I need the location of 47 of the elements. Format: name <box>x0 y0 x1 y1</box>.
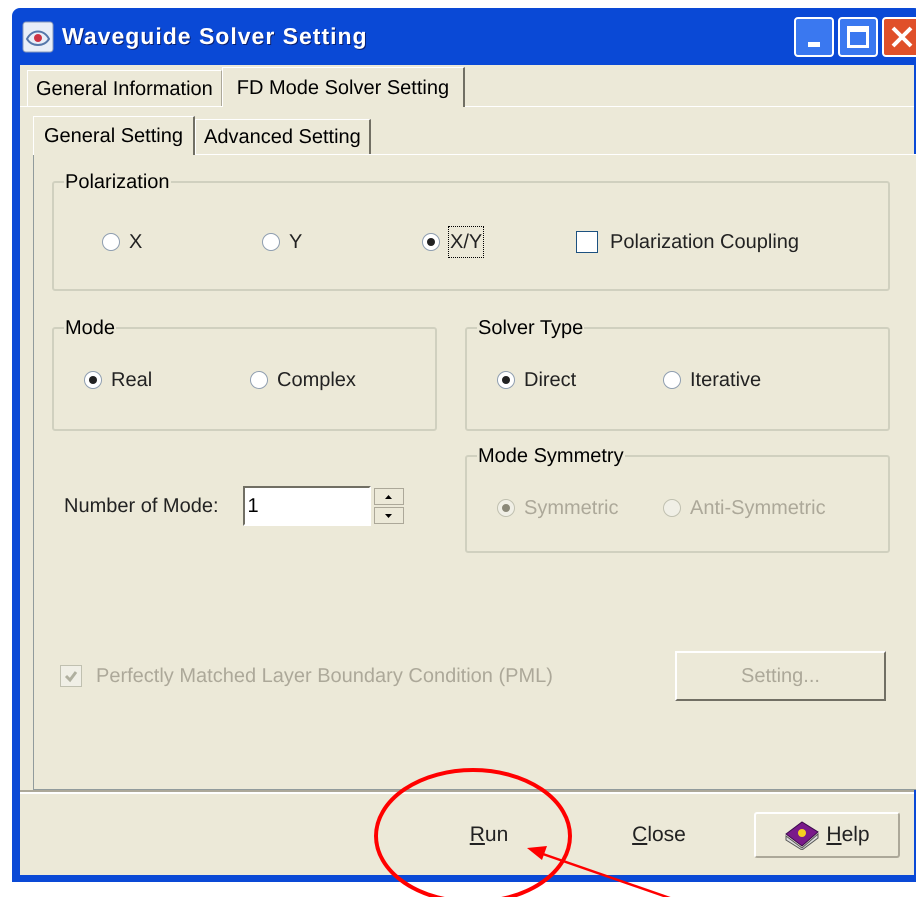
checkbox-label: Perfectly Matched Layer Boundary Condition (PML) <box>96 664 553 689</box>
group-title: Solver Type <box>477 316 584 341</box>
radio-button[interactable] <box>84 371 102 389</box>
close-button[interactable] <box>882 16 916 56</box>
minimize-button[interactable] <box>794 16 834 56</box>
window-title: Waveguide Solver Setting <box>62 22 368 52</box>
spin-up-button[interactable] <box>374 488 404 505</box>
checkbox-label: Polarization Coupling <box>610 230 800 255</box>
number-of-mode-label: Number of Mode: <box>64 494 219 519</box>
radio-label: Iterative <box>690 368 762 393</box>
number-spinner[interactable]: 1 <box>242 486 404 526</box>
radio-button[interactable] <box>663 371 681 389</box>
group-title: Polarization <box>64 170 171 195</box>
dialog-button[interactable]: Close <box>584 812 734 858</box>
app-icon <box>22 20 54 52</box>
maximize-icon <box>847 26 869 48</box>
radio-label: Y <box>289 230 302 255</box>
radio-label: Real <box>111 368 152 393</box>
radio-button[interactable] <box>102 233 120 251</box>
tab[interactable]: General Information <box>27 70 222 106</box>
tab[interactable]: Advanced Setting <box>194 119 371 154</box>
group-title: Mode <box>64 316 116 341</box>
dialog-button[interactable]: Run <box>414 812 564 858</box>
checkbox[interactable] <box>576 231 598 253</box>
up-arrow-icon <box>385 494 392 498</box>
close-icon <box>890 24 914 48</box>
tab[interactable]: FD Mode Solver Setting <box>222 67 466 107</box>
book-icon <box>784 820 820 850</box>
radio-label: Complex <box>277 368 356 393</box>
radio-label: Symmetric <box>524 496 618 521</box>
spin-down-button[interactable] <box>374 507 404 524</box>
radio-label: X/Y <box>449 227 484 257</box>
radio-label: Direct <box>524 368 576 393</box>
tab[interactable]: General Setting <box>33 116 195 155</box>
maximize-button[interactable] <box>838 16 878 56</box>
radio-button[interactable] <box>422 233 440 251</box>
group-title: Mode Symmetry <box>477 444 625 469</box>
radio-button[interactable] <box>250 371 268 389</box>
down-arrow-icon <box>385 514 392 518</box>
radio-label: Anti-Symmetric <box>690 496 826 521</box>
minimize-icon <box>808 42 820 46</box>
checkmark-icon <box>64 669 78 683</box>
number-of-mode-field[interactable]: 1 <box>242 486 371 526</box>
radio-button[interactable] <box>497 371 515 389</box>
radio-button[interactable] <box>262 233 280 251</box>
radio-label: X <box>129 230 142 255</box>
help-button[interactable]: Help <box>754 812 900 858</box>
